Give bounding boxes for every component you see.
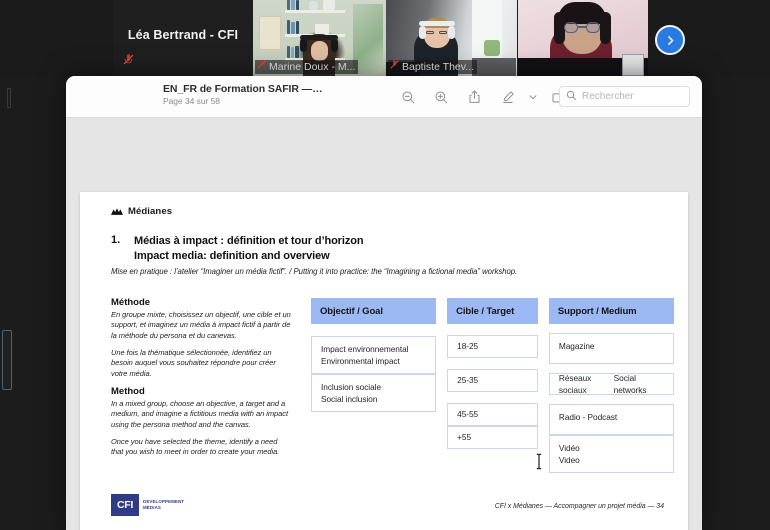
slide-footer: CFI DÉVELOPPEMENT MÉDIAS CFI x Médianes … bbox=[80, 494, 688, 522]
window-titlebar: EN_FR de Formation SAFIR — C... Page 34 … bbox=[66, 76, 702, 118]
document-title: EN_FR de Formation SAFIR — C... bbox=[163, 83, 323, 95]
column-goal: Objectif / Goal Impact environnemental E… bbox=[311, 298, 437, 473]
card-line-2: Video bbox=[558, 455, 580, 466]
desktop-edge-artifact-side bbox=[2, 330, 12, 390]
card-goal-1[interactable]: Impact environnemental Environmental imp… bbox=[311, 336, 437, 374]
chevron-down-icon bbox=[528, 92, 538, 102]
card-target-4[interactable]: +55 bbox=[447, 426, 538, 449]
search-icon bbox=[566, 88, 577, 106]
card-medium-1[interactable]: Magazine bbox=[548, 333, 674, 364]
card-line-2: Social inclusion bbox=[321, 394, 378, 405]
method-text-fr-2: Une fois la thématique sélectionnée, ide… bbox=[111, 348, 276, 378]
card-medium-2[interactable]: Réseaux sociaux Social networks bbox=[548, 372, 674, 395]
card-line-1: 25-35 bbox=[457, 375, 479, 386]
card-target-2[interactable]: 25-35 bbox=[447, 369, 538, 392]
column-medium: Support / Medium Magazine Réseaux sociau… bbox=[548, 298, 674, 474]
share-icon bbox=[467, 89, 482, 105]
medianes-mountains-icon bbox=[111, 208, 123, 215]
mic-off-icon bbox=[389, 60, 402, 72]
pen-underline-icon bbox=[500, 89, 515, 105]
slide-page: Médianes 1. Médias à impact : définition… bbox=[80, 192, 688, 530]
participant-label bbox=[520, 72, 536, 74]
heading-subtitle: Mise en pratique : l’atelier “Imaginer u… bbox=[111, 266, 518, 276]
heading-title-fr: Médias à impact : définition et tour d’h… bbox=[134, 235, 364, 247]
card-line-1: +55 bbox=[457, 432, 472, 443]
heading-title-en: Impact media: definition and overview bbox=[134, 249, 330, 262]
markup-dropdown[interactable] bbox=[524, 82, 541, 112]
cfi-logo-subtitle-line2: MÉDIAS bbox=[143, 505, 161, 510]
participant-video bbox=[518, 0, 648, 76]
column-target: Cible / Target 18-25 25-35 45-55 +55 bbox=[447, 298, 538, 473]
chevron-right-icon bbox=[664, 34, 677, 47]
card-target-3[interactable]: 45-55 bbox=[447, 403, 538, 426]
card-line-1: Magazine bbox=[558, 341, 595, 351]
card-line-1: Radio - Podcast bbox=[558, 412, 618, 422]
search-input[interactable]: Rechercher bbox=[559, 86, 690, 107]
magnifier-minus-icon bbox=[401, 90, 416, 105]
participant-label: Baptiste Thev... bbox=[388, 60, 477, 74]
column-header-medium: Support / Medium bbox=[548, 298, 674, 324]
method-text-en-2: Once you have selected the theme, identi… bbox=[111, 437, 280, 457]
method-heading-en: Method bbox=[111, 386, 145, 398]
card-line-1: Réseaux sociaux bbox=[558, 372, 592, 395]
method-text-en-1: In a mixed group, choose an objective, a… bbox=[111, 399, 289, 429]
card-line-2: Social networks bbox=[613, 372, 647, 395]
next-participants-button[interactable] bbox=[655, 25, 685, 55]
card-medium-3[interactable]: Radio - Podcast bbox=[548, 404, 674, 435]
share-button[interactable] bbox=[458, 82, 491, 112]
cfi-logo: CFI DÉVELOPPEMENT MÉDIAS bbox=[111, 494, 184, 516]
heading-number: 1. bbox=[111, 234, 121, 246]
zoom-out-button[interactable] bbox=[392, 82, 425, 112]
card-line-1: 18-25 bbox=[457, 341, 479, 352]
card-line-1: Inclusion sociale bbox=[321, 382, 382, 392]
video-conference-strip: Léa Bertrand - CFI Marine Doux - M... Ba… bbox=[0, 0, 770, 76]
card-line-1: Vidéo bbox=[558, 443, 580, 453]
card-line-1: 45-55 bbox=[457, 409, 479, 420]
method-heading-fr: Méthode bbox=[111, 297, 151, 308]
slide-heading: 1. Médias à impact : définition et tour … bbox=[111, 234, 664, 276]
spotlight-participant-name: Léa Bertrand - CFI bbox=[127, 28, 239, 42]
mic-off-icon bbox=[122, 53, 135, 66]
participant-label: Marine Doux - M... bbox=[255, 60, 359, 74]
search-placeholder: Rechercher bbox=[582, 91, 634, 102]
cfi-logo-subtitle: DÉVELOPPEMENT MÉDIAS bbox=[143, 499, 184, 511]
card-medium-4[interactable]: Vidéo Video bbox=[548, 435, 674, 474]
participant-name: Baptiste Thev... bbox=[402, 61, 474, 73]
card-goal-2[interactable]: Inclusion sociale Social inclusion bbox=[311, 374, 437, 413]
document-title-block: EN_FR de Formation SAFIR — C... Page 34 … bbox=[163, 83, 323, 106]
zoom-in-button[interactable] bbox=[425, 82, 458, 112]
method-column: Méthode En groupe mixte, choisissez un o… bbox=[111, 297, 291, 465]
screen: Léa Bertrand - CFI Marine Doux - M... Ba… bbox=[0, 0, 770, 530]
slide-credit: CFI x Médianes — Accompagner un projet m… bbox=[494, 503, 664, 510]
column-header-target: Cible / Target bbox=[447, 298, 538, 324]
column-header-goal: Objectif / Goal bbox=[311, 298, 437, 324]
participant-tile[interactable] bbox=[518, 0, 648, 76]
spotlight-participant[interactable]: Léa Bertrand - CFI bbox=[113, 0, 253, 76]
cfi-logo-mark: CFI bbox=[111, 494, 139, 516]
markup-button[interactable] bbox=[491, 82, 524, 112]
preview-window: EN_FR de Formation SAFIR — C... Page 34 … bbox=[66, 76, 702, 530]
medianes-brand: Médianes bbox=[111, 206, 172, 217]
card-line-1: Impact environnemental bbox=[321, 344, 409, 354]
mic-off-icon bbox=[256, 60, 269, 72]
participant-tile[interactable]: Baptiste Thev... bbox=[386, 0, 517, 76]
medianes-brand-name: Médianes bbox=[128, 206, 173, 217]
card-target-1[interactable]: 18-25 bbox=[447, 335, 538, 358]
desktop-edge-artifact-top bbox=[7, 88, 11, 108]
card-line-2: Environmental impact bbox=[321, 356, 400, 367]
participant-name: Marine Doux - M... bbox=[269, 61, 356, 73]
method-text-fr-1: En groupe mixte, choisissez un objectif,… bbox=[111, 310, 291, 340]
magnifier-plus-icon bbox=[434, 90, 449, 105]
participant-tile[interactable]: Marine Doux - M... bbox=[253, 0, 386, 76]
page-status: Page 34 sur 58 bbox=[163, 96, 220, 106]
canvas-columns: Objectif / Goal Impact environnemental E… bbox=[311, 298, 674, 474]
document-viewport[interactable]: Médianes 1. Médias à impact : définition… bbox=[66, 118, 702, 530]
